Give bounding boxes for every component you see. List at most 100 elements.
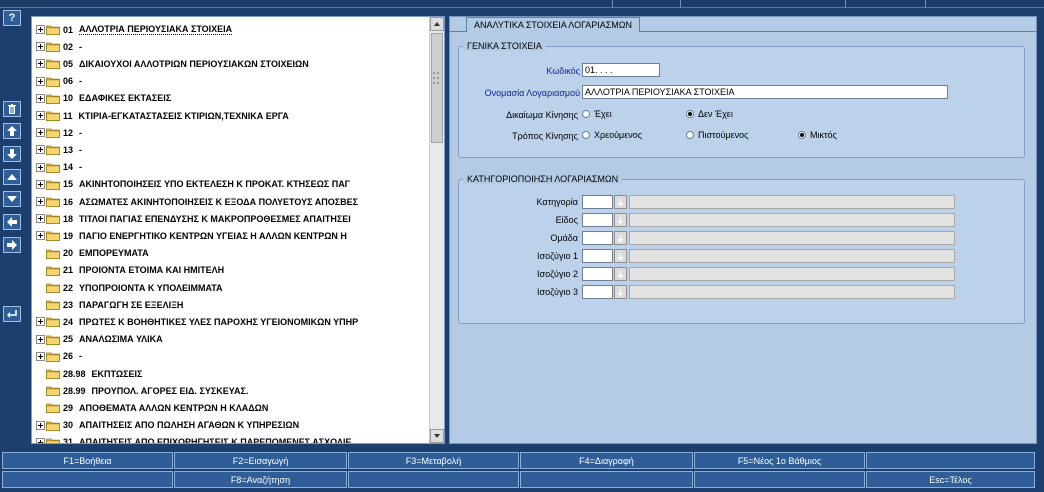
tree-item[interactable]: 25 ΑΝΑΛΩΣΙΜΑ ΥΛΙΚΑ	[32, 331, 163, 348]
tree-item[interactable]: 30 ΑΠΑΙΤΗΣΕΙΣ ΑΠΟ ΠΩΛΗΣΗ ΑΓΑΘΩΝ Κ ΥΠΗΡΕΣΙ…	[32, 417, 299, 434]
classification-lookup-button[interactable]	[614, 267, 627, 281]
tree-item[interactable]: 13-	[32, 141, 82, 158]
folder-icon	[46, 42, 60, 53]
undo-button[interactable]	[3, 306, 21, 322]
tree-item-code: 24	[63, 316, 74, 327]
tree-item[interactable]: 14-	[32, 159, 82, 176]
expand-icon[interactable]	[36, 128, 45, 138]
expand-icon[interactable]	[36, 214, 45, 224]
back-button[interactable]	[3, 214, 21, 230]
tree-item[interactable]: 18 ΤΙΤΛΟΙ ΠΑΓΙΑΣ ΕΠΕΝΔΥΣΗΣ Κ ΜΑΚΡΟΠΡΟΘΕΣΜ…	[32, 210, 351, 227]
help-button[interactable]: ?	[3, 10, 21, 26]
expand-icon[interactable]	[36, 111, 45, 120]
movement-type-credit-radio[interactable]: Πιστούμενος	[686, 130, 748, 140]
function-key-button[interactable]: F1=Βοήθεια	[2, 452, 173, 469]
previous-button[interactable]	[3, 169, 21, 185]
classification-code-input[interactable]	[582, 195, 613, 209]
trash-icon	[8, 104, 16, 114]
tree-item[interactable]: 29 ΑΠΟΘΕΜΑΤΑ ΑΛΛΩΝ ΚΕΝΤΡΩΝ Η ΚΛΑΔΩΝ	[32, 399, 268, 416]
expand-icon[interactable]	[36, 437, 45, 444]
expand-icon[interactable]	[36, 59, 45, 69]
expand-icon[interactable]	[36, 231, 45, 241]
function-key-button[interactable]: F2=Εισαγωγή	[174, 452, 347, 469]
tree-item[interactable]: 05 ΔΙΚΑΙΟΥΧΟΙ ΑΛΛΟΤΡΙΩΝ ΠΕΡΙΟΥΣΙΑΚΩΝ ΣΤΟΙ…	[32, 55, 309, 72]
movement-right-none-radio[interactable]: Δεν Έχει	[686, 109, 733, 119]
folder-icon	[46, 128, 60, 139]
movement-right-has-radio[interactable]: Έχει	[582, 109, 612, 119]
classification-lookup-button[interactable]	[614, 285, 627, 299]
classification-code-input[interactable]	[582, 285, 613, 299]
expand-icon[interactable]	[36, 25, 45, 34]
move-first-button[interactable]	[3, 123, 21, 139]
movement-type-mixed-radio[interactable]: Μικτός	[798, 130, 837, 140]
classification-label: Κατηγορία	[536, 197, 578, 207]
classification-code-input[interactable]	[582, 267, 613, 281]
expand-icon[interactable]	[36, 162, 45, 172]
tree-item[interactable]: 15 ΑΚΙΝΗΤΟΠΟΙΗΣΕΙΣ ΥΠΟ ΕΚΤΕΛΕΣΗ Κ ΠΡΟΚΑΤ.…	[32, 176, 350, 193]
tree-item[interactable]: 23 ΠΑΡΑΓΩΓΗ ΣΕ ΕΞΕΛΙΞΗ	[32, 296, 183, 313]
forward-button[interactable]	[3, 237, 21, 253]
tree-item[interactable]: 12-	[32, 124, 82, 141]
scroll-down-button[interactable]	[430, 429, 444, 443]
expand-icon[interactable]	[36, 179, 45, 189]
tree-item-code: 05	[63, 58, 74, 69]
function-key-button[interactable]: F4=Διαγραφή	[520, 452, 693, 469]
expand-icon[interactable]	[36, 197, 45, 206]
classification-code-input[interactable]	[582, 231, 613, 245]
expand-icon[interactable]	[36, 93, 45, 103]
next-button[interactable]	[3, 191, 21, 207]
splitter-grip-icon[interactable]	[432, 70, 440, 90]
classification-lookup-button[interactable]	[614, 213, 627, 227]
function-key-button[interactable]: F8=Αναζήτηση	[174, 471, 347, 488]
classification-lookup-button[interactable]	[614, 231, 627, 245]
delete-button[interactable]	[3, 101, 21, 117]
tree-item[interactable]: 11 ΚΤΙΡΙΑ-ΕΓΚΑΤΑΣΤΑΣΕΙΣ ΚΤΙΡΙΩΝ,ΤΕΧΝΙΚΑ Ε…	[32, 107, 289, 124]
function-key-button[interactable]: Esc=Τέλος	[866, 471, 1035, 488]
tree-item[interactable]: 28.98 ΕΚΠΤΩΣΕΙΣ	[32, 365, 142, 382]
classification-code-input[interactable]	[582, 249, 613, 263]
account-name-field[interactable]: ΑΛΛΟΤΡΙΑ ΠΕΡΙΟΥΣΙΑΚΑ ΣΤΟΙΧΕΙΑ	[582, 85, 948, 99]
movement-type-debit-radio[interactable]: Χρεούμενος	[582, 130, 642, 140]
tree-item-code: 29	[63, 402, 74, 413]
tree-item-name: ΤΙΤΛΟΙ ΠΑΓΙΑΣ ΕΠΕΝΔΥΣΗΣ Κ ΜΑΚΡΟΠΡΟΘΕΣΜΕΣ…	[79, 213, 351, 224]
tree-item[interactable]: 20 ΕΜΠΟΡΕΥΜΑΤΑ	[32, 245, 149, 262]
tree-item[interactable]: 02-	[32, 38, 82, 55]
tab-account-details[interactable]: ΑΝΑΛΥΤΙΚΑ ΣΤΟΙΧΕΙΑ ΛΟΓΑΡΙΑΣΜΩΝ	[466, 17, 641, 32]
tree-item[interactable]: 19 ΠΑΓΙΟ ΕΝΕΡΓΗΤΙΚΟ ΚΕΝΤΡΩΝ ΥΓΕΙΑΣ Η ΑΛΛΩ…	[32, 227, 347, 244]
code-field[interactable]: 01. . . .	[582, 63, 660, 77]
radio-indicator	[686, 131, 694, 139]
expand-icon[interactable]	[36, 317, 45, 327]
tree-item[interactable]: 01 ΑΛΛΟΤΡΙΑ ΠΕΡΙΟΥΣΙΑΚΑ ΣΤΟΙΧΕΙΑ	[32, 21, 233, 38]
classification-lookup-button[interactable]	[614, 249, 627, 263]
tree-item-name: ΠΡΩΤΕΣ Κ ΒΟΗΘΗΤΙΚΕΣ ΥΛΕΣ ΠΑΡΟΧΗΣ ΥΓΕΙΟΝΟ…	[79, 316, 359, 327]
expand-icon[interactable]	[36, 334, 45, 344]
move-last-button[interactable]	[3, 146, 21, 162]
expand-icon[interactable]	[36, 145, 45, 155]
tree-item-name: -	[79, 351, 83, 362]
expand-icon[interactable]	[36, 76, 45, 86]
classification-lookup-button[interactable]	[614, 195, 627, 209]
classification-code-input[interactable]	[582, 213, 613, 227]
tree-item[interactable]: 16 ΑΣΩΜΑΤΕΣ ΑΚΙΝΗΤΟΠΟΙΗΣΕΙΣ Κ ΕΞΟΔΑ ΠΟΛΥΕ…	[32, 193, 358, 210]
account-tree[interactable]: 01 ΑΛΛΟΤΡΙΑ ΠΕΡΙΟΥΣΙΑΚΑ ΣΤΟΙΧΕΙΑ 02-05 ΔΙΚΑ…	[31, 16, 445, 444]
tree-item[interactable]: 06-	[32, 73, 82, 90]
expand-icon[interactable]	[36, 351, 45, 361]
scroll-up-button[interactable]	[430, 17, 444, 31]
tree-item-code: 18	[63, 213, 74, 224]
tree-item[interactable]: 10 ΕΔΑΦΙΚΕΣ ΕΚΤΑΣΕΙΣ	[32, 90, 171, 107]
function-key-button[interactable]: F3=Μεταβολή	[348, 452, 519, 469]
tree-item[interactable]: 26-	[32, 348, 82, 365]
classification-description	[629, 285, 955, 299]
tree-item[interactable]: 24 ΠΡΩΤΕΣ Κ ΒΟΗΘΗΤΙΚΕΣ ΥΛΕΣ ΠΑΡΟΧΗΣ ΥΓΕΙΟ…	[32, 313, 358, 330]
tree-item[interactable]: 28.99 ΠΡΟΥΠΟΛ. ΑΓΟΡΕΣ ΕΙΔ. ΣΥΣΚΕΥΑΣ.	[32, 382, 248, 399]
tree-item[interactable]: 31 ΑΠΑΙΤΗΣΕΙΣ ΑΠΟ ΕΠΙΧΟΡΗΓΗΣΕΙΣ Κ ΠΑΡΕΠΟΜ…	[32, 434, 351, 444]
function-key-button[interactable]: F5=Νέος 1ο Βάθμιος	[694, 452, 865, 469]
tree-item[interactable]: 22 ΥΠΟΠΡΟΙΟΝΤΑ Κ ΥΠΟΛΕΙΜΜΑΤΑ	[32, 279, 223, 296]
classification-label: Ισοζύγιο 2	[537, 269, 578, 279]
folder-icon	[46, 249, 60, 259]
classification-description	[629, 249, 955, 263]
expand-icon[interactable]	[36, 420, 45, 430]
tree-item[interactable]: 21 ΠΡΟΙΟΝΤΑ ΕΤΟΙΜΑ ΚΑΙ ΗΜΙΤΕΛΗ	[32, 262, 224, 279]
expand-icon[interactable]	[36, 42, 45, 52]
classification-label: Είδος	[555, 215, 578, 225]
